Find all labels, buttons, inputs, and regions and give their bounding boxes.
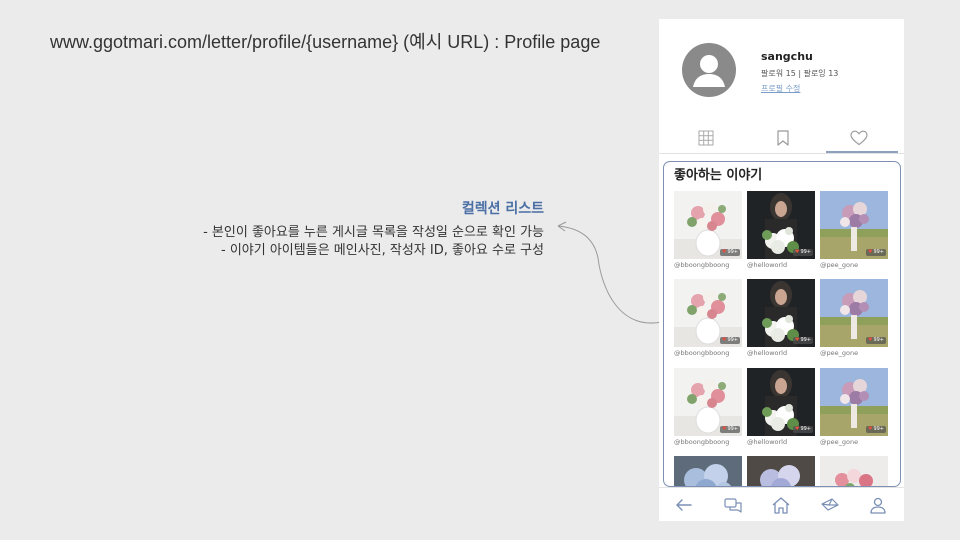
edit-profile-link[interactable]: 프로필 수정 bbox=[761, 83, 800, 94]
annotation-title: 컬렉션 리스트 bbox=[461, 201, 544, 217]
story-photo bbox=[820, 456, 888, 486]
slide-title: www.ggotmari.com/letter/profile/{usernam… bbox=[50, 32, 601, 52]
like-count-badge: ♥99+ bbox=[719, 249, 740, 256]
heart-icon: ♥ bbox=[721, 426, 727, 432]
annotation-line: - 본인이 좋아요를 누른 게시글 목록을 작성일 순으로 확인 가능 bbox=[203, 225, 544, 240]
heart-icon: ♥ bbox=[867, 426, 873, 432]
heart-icon: ♥ bbox=[721, 249, 727, 255]
profile-header: sangchu 팔로워 15 | 팔로잉 13 프로필 수정 bbox=[659, 19, 904, 129]
story-card[interactable] bbox=[674, 456, 742, 486]
heart-icon: ♥ bbox=[794, 337, 800, 343]
story-photo bbox=[747, 456, 815, 486]
chat-icon bbox=[724, 498, 742, 513]
bottom-navigation bbox=[659, 487, 904, 521]
phone-screen: sangchu 팔로워 15 | 팔로잉 13 프로필 수정 좋아하는 이야기 … bbox=[659, 19, 904, 521]
story-photo: ♥99+ bbox=[674, 368, 742, 436]
tab-divider bbox=[659, 153, 904, 154]
like-count-badge: ♥99+ bbox=[865, 337, 886, 344]
back-button[interactable] bbox=[673, 494, 695, 516]
story-author: @pee_gone bbox=[820, 438, 859, 446]
profile-button[interactable] bbox=[867, 494, 889, 516]
story-photo: ♥99+ bbox=[747, 368, 815, 436]
tab-posts[interactable] bbox=[667, 123, 745, 153]
like-count-badge: ♥99+ bbox=[719, 337, 740, 344]
annotation: 컬렉션 리스트 - 본인이 좋아요를 누른 게시글 목록을 작성일 순으로 확인… bbox=[203, 198, 544, 260]
liked-stories-panel: 좋아하는 이야기 ♥99+ @bboongbboong ♥99+ @hellow… bbox=[663, 161, 901, 487]
story-photo bbox=[674, 456, 742, 486]
story-photo: ♥99+ bbox=[674, 191, 742, 259]
liked-stories-title: 좋아하는 이야기 bbox=[674, 168, 763, 183]
story-author: @bboongbboong bbox=[674, 261, 730, 269]
letter-button[interactable] bbox=[819, 494, 841, 516]
tab-liked[interactable] bbox=[820, 123, 898, 153]
story-card[interactable]: ♥99+ @pee_gone bbox=[820, 368, 888, 446]
letter-icon bbox=[821, 498, 839, 511]
back-arrow-icon bbox=[676, 499, 692, 511]
story-card[interactable] bbox=[820, 456, 888, 486]
like-count-badge: ♥99+ bbox=[865, 249, 886, 256]
heart-icon: ♥ bbox=[794, 426, 800, 432]
story-author: @helloworld bbox=[747, 438, 788, 446]
like-count-badge: ♥99+ bbox=[792, 337, 813, 344]
story-author: @pee_gone bbox=[820, 349, 859, 357]
user-icon bbox=[870, 497, 886, 514]
story-photo: ♥99+ bbox=[820, 191, 888, 259]
home-icon bbox=[772, 497, 790, 514]
story-card[interactable]: ♥99+ @bboongbboong bbox=[674, 191, 742, 269]
story-card[interactable]: ♥99+ @helloworld bbox=[747, 279, 815, 357]
story-card[interactable]: ♥99+ @helloworld bbox=[747, 191, 815, 269]
story-photo: ♥99+ bbox=[674, 279, 742, 347]
story-photo: ♥99+ bbox=[820, 279, 888, 347]
tab-saved[interactable] bbox=[744, 123, 822, 153]
profile-follow-stats[interactable]: 팔로워 15 | 팔로잉 13 bbox=[761, 68, 838, 79]
story-card[interactable]: ♥99+ @bboongbboong bbox=[674, 368, 742, 446]
story-author: @pee_gone bbox=[820, 261, 859, 269]
story-author: @helloworld bbox=[747, 349, 788, 357]
story-author: @bboongbboong bbox=[674, 349, 730, 357]
story-author: @bboongbboong bbox=[674, 438, 730, 446]
story-card[interactable]: ♥99+ @helloworld bbox=[747, 368, 815, 446]
like-count-badge: ♥99+ bbox=[792, 426, 813, 433]
grid-icon bbox=[698, 130, 714, 146]
story-photo: ♥99+ bbox=[747, 279, 815, 347]
annotation-line: - 이야기 아이템들은 메인사진, 작성자 ID, 좋아요 수로 구성 bbox=[221, 243, 544, 258]
bookmark-icon bbox=[777, 130, 789, 146]
story-card[interactable]: ♥99+ @pee_gone bbox=[820, 279, 888, 357]
chat-button[interactable] bbox=[722, 494, 744, 516]
heart-icon: ♥ bbox=[721, 337, 727, 343]
heart-icon: ♥ bbox=[867, 249, 873, 255]
avatar[interactable] bbox=[682, 43, 736, 97]
like-count-badge: ♥99+ bbox=[792, 249, 813, 256]
heart-icon bbox=[850, 130, 868, 146]
story-author: @helloworld bbox=[747, 261, 788, 269]
story-card[interactable] bbox=[747, 456, 815, 486]
story-photo: ♥99+ bbox=[820, 368, 888, 436]
story-photo: ♥99+ bbox=[747, 191, 815, 259]
user-silhouette-icon bbox=[693, 55, 725, 87]
profile-username: sangchu bbox=[761, 50, 813, 63]
like-count-badge: ♥99+ bbox=[719, 426, 740, 433]
heart-icon: ♥ bbox=[794, 249, 800, 255]
profile-tabs bbox=[659, 123, 904, 153]
story-card[interactable]: ♥99+ @pee_gone bbox=[820, 191, 888, 269]
like-count-badge: ♥99+ bbox=[865, 426, 886, 433]
story-card[interactable]: ♥99+ @bboongbboong bbox=[674, 279, 742, 357]
home-button[interactable] bbox=[770, 494, 792, 516]
heart-icon: ♥ bbox=[867, 337, 873, 343]
